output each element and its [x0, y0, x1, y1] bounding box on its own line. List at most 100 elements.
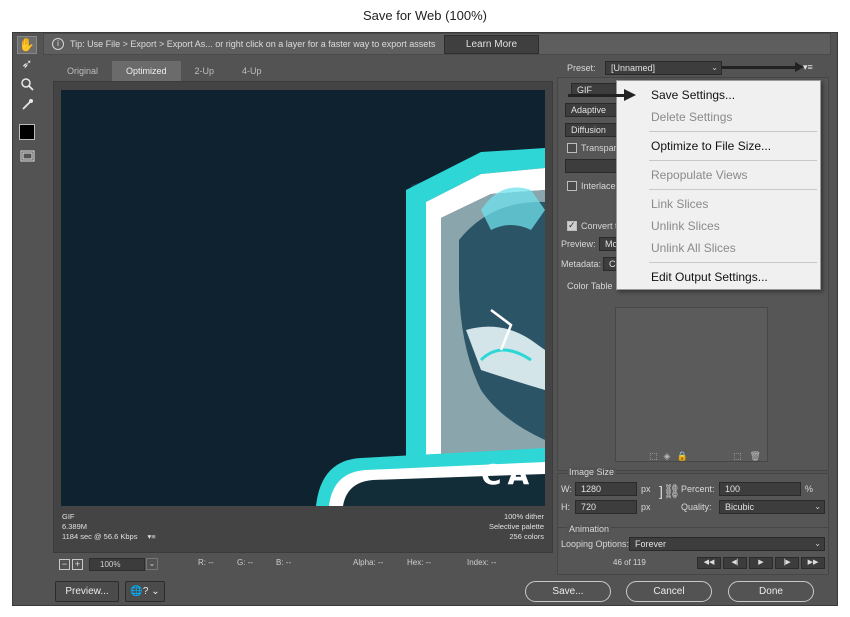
last-frame-button[interactable]: ▶▶ [801, 557, 825, 569]
chevron-down-icon: ⌄ [151, 586, 160, 597]
web-shift-icon[interactable]: ◈ [664, 451, 677, 461]
looping-select[interactable]: Forever ⌄ [629, 537, 825, 551]
menu-separator [649, 189, 817, 190]
previous-frame-button[interactable]: ◀| [723, 557, 747, 569]
save-for-web-window: Save for Web (100%) ✋ ➶ i Tip: Use File … [0, 0, 850, 617]
map-color-icon[interactable]: ⬚ [649, 451, 664, 461]
menu-item-delete-settings[interactable]: Delete Settings [651, 110, 732, 124]
zoom-in-button[interactable]: + [72, 558, 83, 570]
preview-frame: CA GIF 6.389M 1184 sec @ 56.6 Kbps ▾≡ 10… [53, 81, 553, 553]
color-reduction-select[interactable]: Adaptive [565, 103, 620, 117]
preview-info-left: GIF 6.389M 1184 sec @ 56.6 Kbps ▾≡ [62, 512, 156, 542]
new-color-icon[interactable]: ⬚ [733, 451, 750, 461]
zoom-level-select[interactable]: 100% ⌄ [89, 557, 158, 571]
first-frame-button[interactable]: ◀◀ [697, 557, 721, 569]
matte-select[interactable] [565, 159, 620, 173]
play-button[interactable]: ▶ [749, 557, 773, 569]
color-table-toolbar-right: ⬚🗑 [733, 451, 769, 462]
info-format: GIF [62, 512, 75, 521]
preset-select[interactable]: [Unnamed] ⌄ [605, 61, 722, 75]
tip-bar: i Tip: Use File > Export > Export As... … [43, 33, 831, 55]
width-label: W: [561, 484, 572, 494]
window-title: Save for Web (100%) [0, 0, 850, 32]
menu-item-save-settings[interactable]: Save Settings... [651, 88, 735, 102]
slice-select-tool-icon[interactable]: ➶ [17, 55, 37, 73]
info-dither: 100% dither [503, 512, 544, 521]
panel-flyout-menu: Save Settings... Delete Settings Optimiz… [616, 80, 821, 290]
interlaced-label: Interlace [581, 181, 616, 191]
percent-unit: % [805, 484, 814, 494]
menu-item-unlink-slices[interactable]: Unlink Slices [651, 219, 720, 233]
logo-text: CA [481, 458, 536, 491]
next-frame-button[interactable]: |▶ [775, 557, 799, 569]
view-tabs: Original Optimized 2-Up 4-Up [53, 61, 276, 81]
constrain-proportions-icon[interactable]: ]⛓ [659, 483, 681, 500]
color-table-label: Color Table [567, 281, 613, 291]
preview-mode-label: Preview: [561, 239, 596, 249]
pixel-hex: Hex: -- [407, 558, 431, 567]
tab-2-up[interactable]: 2-Up [181, 61, 229, 81]
zoom-out-button[interactable]: − [59, 558, 70, 570]
arrow-annotation [722, 66, 800, 69]
looping-label: Looping Options: [561, 539, 630, 549]
menu-separator [649, 131, 817, 132]
tool-strip: ✋ ➶ [13, 33, 41, 233]
pixel-alpha: Alpha: -- [353, 558, 384, 567]
color-table-toolbar: ⬚◈🔒 [649, 451, 694, 462]
done-button[interactable]: Done [728, 581, 814, 602]
info-colors: 256 colors [509, 532, 544, 541]
percent-label: Percent: [681, 484, 715, 494]
preview-button[interactable]: Preview... [55, 581, 119, 602]
quality-label: Quality: [681, 502, 712, 512]
esports-logo-image [316, 148, 545, 506]
tab-original[interactable]: Original [53, 61, 112, 81]
zoom-tool-icon[interactable] [17, 75, 37, 93]
info-download-time: 1184 sec @ 56.6 Kbps ▾≡ [62, 532, 156, 541]
cancel-button[interactable]: Cancel [626, 581, 712, 602]
metadata-label: Metadata: [561, 259, 602, 269]
menu-item-unlink-all-slices[interactable]: Unlink All Slices [651, 241, 736, 255]
status-bar: − + 100% ⌄ R: -- G: -- B: -- Alpha: -- He… [53, 555, 553, 573]
learn-more-button[interactable]: Learn More [444, 35, 539, 54]
eyedropper-color-swatch[interactable] [17, 123, 37, 141]
transparency-checkbox[interactable] [567, 143, 577, 153]
tip-text: Tip: Use File > Export > Export As... or… [70, 39, 436, 49]
convert-srgb-checkbox[interactable] [567, 220, 577, 231]
eyedropper-tool-icon[interactable] [17, 95, 37, 113]
toggle-slices-icon[interactable] [17, 147, 37, 165]
width-unit: px [641, 484, 651, 494]
color-table[interactable] [615, 307, 768, 462]
image-size-title: Image Size [567, 467, 617, 477]
animation-title: Animation [567, 524, 612, 534]
menu-item-link-slices[interactable]: Link Slices [651, 197, 708, 211]
tab-4-up[interactable]: 4-Up [228, 61, 276, 81]
tab-optimized[interactable]: Optimized [112, 61, 181, 81]
save-button[interactable]: Save... [525, 581, 611, 602]
lock-color-icon[interactable]: 🔒 [676, 451, 693, 461]
height-label: H: [561, 502, 570, 512]
menu-item-edit-output-settings[interactable]: Edit Output Settings... [651, 270, 768, 284]
height-input[interactable]: 720 [575, 500, 637, 514]
trash-icon[interactable]: 🗑 [750, 451, 769, 461]
interlaced-checkbox[interactable] [567, 181, 577, 191]
preview-canvas[interactable]: CA [61, 90, 545, 506]
menu-separator [649, 160, 817, 161]
arrow-annotation-save-settings [568, 94, 626, 97]
download-menu-icon[interactable]: ▾≡ [148, 532, 156, 541]
dither-select[interactable]: Diffusion [565, 123, 620, 137]
width-input[interactable]: 1280 [575, 482, 637, 496]
height-unit: px [641, 502, 651, 512]
quality-select[interactable]: Bicubic ⌄ [719, 500, 825, 514]
menu-separator [649, 262, 817, 263]
panel-menu-icon[interactable]: ▾≡ [803, 62, 813, 73]
preview-info-right: 100% dither Selective palette 256 colors [489, 512, 544, 542]
pixel-g: G: -- [237, 558, 253, 567]
menu-item-optimize-to-file-size[interactable]: Optimize to File Size... [651, 139, 771, 153]
info-filesize: 6.389M [62, 522, 88, 531]
browser-preview-button[interactable]: 🌐? ⌄ [125, 581, 165, 602]
transparency-label: Transpar [581, 143, 617, 153]
menu-item-repopulate-views[interactable]: Repopulate Views [651, 168, 748, 182]
percent-input[interactable]: 100 [719, 482, 801, 496]
info-palette: Selective palette [488, 522, 544, 531]
hand-tool-icon[interactable]: ✋ [17, 36, 37, 54]
